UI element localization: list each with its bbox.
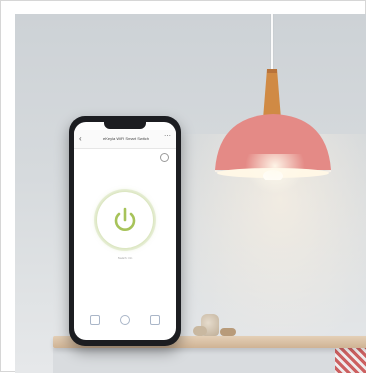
phone-notch bbox=[104, 122, 146, 129]
countdown-icon[interactable] bbox=[120, 315, 130, 325]
red-cloth bbox=[335, 348, 366, 373]
product-photo[interactable]: ‹ eKeyla WiFi Smart Switch ⋯ Switch: On bbox=[15, 14, 366, 373]
app-header: ‹ eKeyla WiFi Smart Switch ⋯ bbox=[74, 130, 176, 149]
power-button[interactable] bbox=[97, 192, 153, 248]
decor-pebble bbox=[220, 328, 236, 336]
image-frame: ‹ eKeyla WiFi Smart Switch ⋯ Switch: On bbox=[0, 0, 366, 373]
app-title: eKeyla WiFi Smart Switch bbox=[102, 136, 149, 141]
power-status: Switch: On bbox=[117, 256, 133, 260]
schedule-icon[interactable] bbox=[150, 315, 160, 325]
chevron-left-icon[interactable]: ‹ bbox=[79, 134, 82, 144]
power-icon bbox=[114, 207, 136, 231]
phone-screen: ‹ eKeyla WiFi Smart Switch ⋯ Switch: On bbox=[74, 122, 176, 340]
timer-icon[interactable] bbox=[90, 315, 100, 325]
more-dots-icon[interactable]: ⋯ bbox=[164, 132, 171, 142]
lamp-cord bbox=[271, 14, 273, 70]
decor-stone bbox=[193, 326, 207, 336]
bulb-glow bbox=[245, 154, 305, 194]
smartphone: ‹ eKeyla WiFi Smart Switch ⋯ Switch: On bbox=[69, 116, 181, 346]
lower-wall bbox=[53, 348, 366, 373]
settings-icon[interactable] bbox=[160, 153, 169, 162]
app-bottom-nav bbox=[74, 312, 176, 336]
